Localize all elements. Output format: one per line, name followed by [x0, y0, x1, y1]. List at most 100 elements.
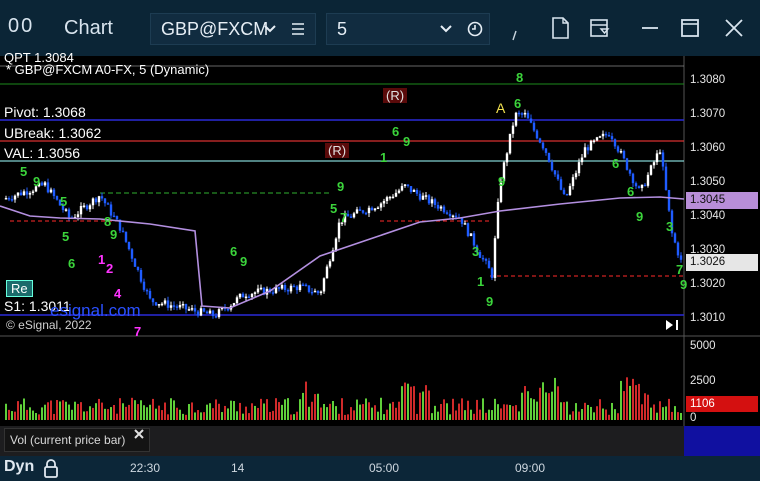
volume-bar [5, 403, 7, 420]
layout-template-icon[interactable] [589, 17, 611, 39]
volume-bar [239, 402, 241, 420]
volume-bar [296, 411, 298, 420]
volume-bar [347, 414, 349, 420]
volume-bar [323, 403, 325, 420]
price-bar [166, 300, 170, 308]
price-bar [490, 268, 494, 278]
price-bar [121, 230, 125, 233]
price-bar [589, 140, 593, 151]
price-bar [655, 153, 659, 163]
price-bar [319, 291, 323, 294]
volume-bar [563, 402, 565, 420]
volume-bar [476, 399, 478, 420]
price-bar [322, 278, 326, 292]
price-bar [607, 134, 611, 137]
price-bar [562, 189, 566, 194]
clock-icon[interactable] [467, 21, 483, 37]
volume-bar [128, 404, 130, 420]
price-bar [301, 284, 305, 287]
val-label: VAL: 1.3056 [4, 145, 81, 161]
volume-bar [644, 393, 646, 420]
volume-bar [140, 400, 142, 420]
price-bar [97, 196, 101, 203]
price-bar [481, 257, 485, 260]
price-bar [418, 193, 422, 200]
volume-bar [233, 401, 235, 420]
volume-bar [341, 398, 343, 420]
chevron-down-icon[interactable] [263, 23, 277, 35]
price-bar [139, 270, 143, 282]
close-icon[interactable] [133, 428, 145, 440]
price-bar [532, 122, 536, 131]
title-bar: 00 Chart GBP@FXCM 5 [0, 0, 760, 56]
volume-bar [560, 402, 562, 420]
counter-digit: 9 [498, 174, 505, 189]
volume-bar [200, 412, 202, 420]
volume-bar [275, 398, 277, 420]
volume-bar [242, 413, 244, 420]
volume-bar [488, 409, 490, 420]
price-bar [409, 186, 413, 192]
price-bar [151, 298, 155, 303]
draw-tool-icon[interactable] [510, 28, 520, 42]
price-bar [523, 112, 527, 115]
counter-digit: 3 [666, 219, 673, 234]
price-bar [574, 173, 578, 178]
volume-bar [50, 400, 52, 420]
volume-bar [251, 403, 253, 420]
counter-digit: 6 [627, 184, 634, 199]
price-bar [328, 261, 332, 267]
chart-area[interactable]: 5955612478969597169319986669379 QPT 1.30… [0, 50, 760, 456]
lock-icon[interactable] [42, 458, 60, 478]
menu-icon[interactable] [291, 22, 305, 36]
price-bar [400, 186, 404, 191]
interval-input[interactable]: 5 [326, 13, 490, 45]
price-bar [289, 285, 293, 292]
volume-bar [371, 407, 373, 420]
volume-bar [299, 399, 301, 420]
price-bar [595, 137, 599, 141]
volume-bar [662, 407, 664, 420]
scroll-to-end-icon[interactable] [664, 318, 682, 332]
vwap-price-marker: 1.3045 [686, 192, 758, 209]
volume-bar [146, 407, 148, 420]
volume-bar [230, 400, 232, 420]
volume-bar [344, 414, 346, 420]
price-bar [454, 215, 458, 218]
close-icon[interactable] [724, 18, 744, 38]
price-bar [613, 139, 617, 147]
maximize-icon[interactable] [680, 18, 700, 38]
reversal-badge-text: R [390, 88, 400, 103]
chart-window: 00 Chart GBP@FXCM 5 59556124789695971693… [0, 0, 760, 481]
volume-bar [32, 410, 34, 420]
volume-bar [542, 382, 544, 420]
symbol-input[interactable]: GBP@FXCM [150, 13, 316, 45]
counter-digit: 9 [110, 227, 117, 242]
volume-bar [95, 403, 97, 420]
axis-mode-label[interactable]: Dyn [4, 458, 34, 476]
volume-bar [218, 403, 220, 420]
volume-bar [461, 398, 463, 420]
counter-digit: 9 [403, 134, 410, 149]
counter-digit: 9 [337, 179, 344, 194]
minimize-icon[interactable] [640, 18, 660, 38]
volume-bar [287, 398, 289, 420]
corner-button[interactable]: Re [6, 280, 33, 297]
price-bar [676, 242, 680, 256]
volume-bar [467, 400, 469, 420]
volume-bar [485, 412, 487, 420]
page-icon[interactable] [550, 17, 570, 39]
volume-bar [254, 405, 256, 420]
price-bar [325, 266, 329, 279]
price-bar [91, 198, 95, 206]
volume-bar [443, 399, 445, 420]
chart-canvas[interactable]: 59556 12478969597169319986669379 [0, 56, 760, 456]
price-bar [349, 216, 353, 218]
volume-bar [572, 411, 574, 420]
link-group-icon[interactable]: 00 [8, 15, 34, 38]
price-bar [127, 241, 131, 250]
volume-bar [356, 399, 358, 420]
volume-axis-footer [684, 426, 760, 456]
volume-bar [590, 406, 592, 420]
chevron-down-icon[interactable] [439, 23, 453, 35]
